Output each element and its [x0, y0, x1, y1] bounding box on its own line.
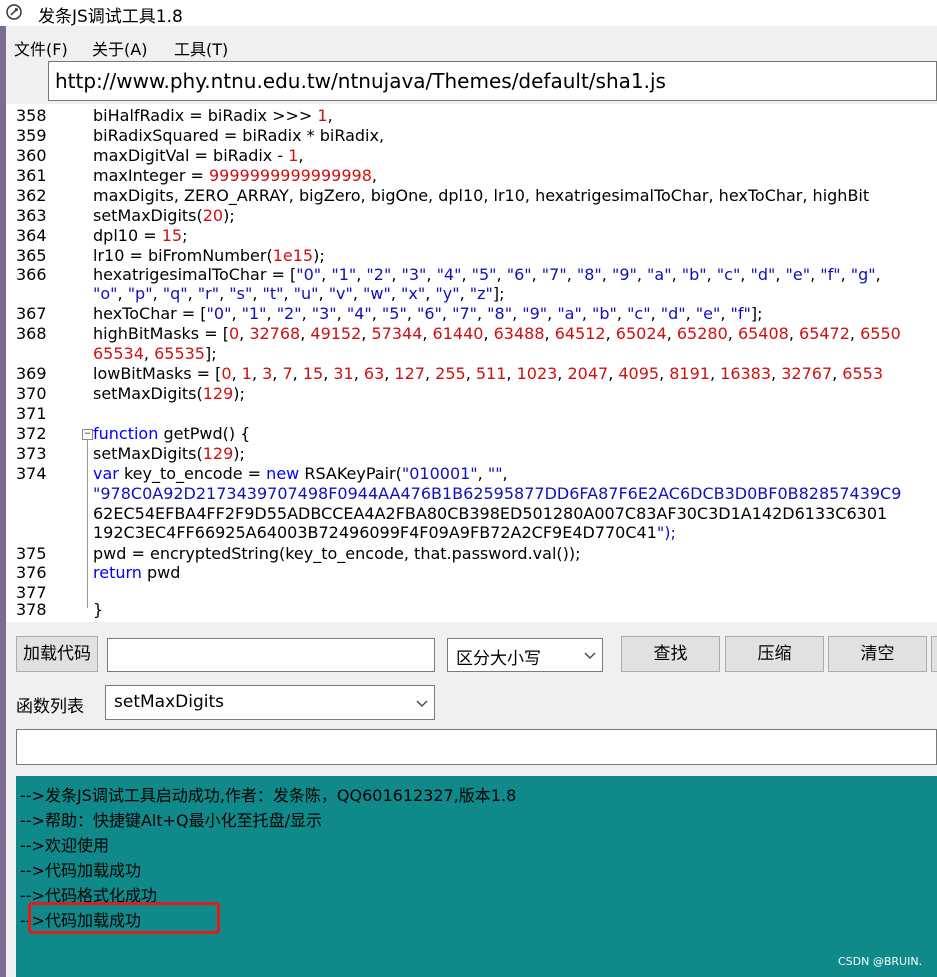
code-line: 370 setMaxDigits(129); — [6, 384, 937, 404]
code-text: "978C0A92D2173439707498F0944AA476B1B6259… — [93, 484, 902, 503]
code-text: lowBitMasks = [0, 1, 3, 7, 15, 31, 63, 1… — [93, 364, 884, 383]
line-number: 362 — [16, 186, 47, 205]
code-text: hexatrigesimalToChar = ["0", "1", "2", "… — [93, 265, 881, 284]
code-text: "o", "p", "q", "r", "s", "t", "u", "v", … — [93, 284, 505, 303]
menu-tools[interactable]: 工具(T) — [174, 36, 228, 60]
highlight-box — [28, 902, 220, 934]
line-number: 373 — [16, 444, 47, 463]
code-text: maxDigits, ZERO_ARRAY, bigZero, bigOne, … — [93, 186, 870, 205]
line-number: 360 — [16, 146, 47, 165]
code-line: 369 lowBitMasks = [0, 1, 3, 7, 15, 31, 63… — [6, 364, 937, 384]
code-line: 363 setMaxDigits(20); — [6, 206, 937, 226]
watermark: CSDN @BRUIN. — [838, 955, 923, 968]
code-editor[interactable]: 358 biHalfRadix = biRadix >>> 1, 359 biRadi… — [6, 104, 937, 622]
line-number: 366 — [16, 265, 47, 284]
line-number: 371 — [16, 404, 47, 423]
line-number: 361 — [16, 166, 47, 185]
code-line: 372 function getPwd() { — [6, 424, 937, 444]
function-select-value: setMaxDigits — [114, 692, 224, 712]
code-line: 359 biRadixSquared = biRadix * biRadix, — [6, 126, 937, 146]
app-icon — [6, 4, 22, 20]
fold-guide-line — [87, 440, 88, 608]
window-title: 发条JS调试工具1.8 — [38, 7, 183, 27]
console-line: -->帮助：快捷键Alt+Q最小化至托盘/显示 — [20, 811, 323, 830]
code-text: highBitMasks = [0, 32768, 49152, 57344, … — [93, 324, 901, 343]
code-text: dpl10 = 15; — [93, 226, 188, 245]
line-number: 375 — [16, 544, 47, 563]
code-line: 375 pwd = encryptedString(key_to_encode, … — [6, 544, 937, 564]
line-number: 376 — [16, 563, 47, 582]
line-number: 367 — [16, 304, 47, 323]
code-line: "978C0A92D2173439707498F0944AA476B1B6259… — [6, 484, 937, 504]
load-code-button[interactable]: 加载代码 — [16, 636, 98, 672]
console-line: -->代码加载成功 — [20, 861, 141, 880]
url-input-value: http://www.phy.ntnu.edu.tw/ntnujava/Them… — [55, 69, 666, 93]
compress-button[interactable]: 压缩 — [725, 636, 824, 672]
line-number: 364 — [16, 226, 47, 245]
code-text: setMaxDigits(129); — [93, 384, 245, 403]
code-line: 65534, 65535]; — [6, 344, 937, 364]
menu-file[interactable]: 文件(F) — [14, 36, 68, 60]
code-text: maxDigitVal = biRadix - 1, — [93, 146, 304, 165]
code-text: hexToChar = ["0", "1", "2", "3", "4", "5… — [93, 304, 763, 323]
code-line: 364 dpl10 = 15; — [6, 226, 937, 246]
line-number: 378 — [16, 600, 47, 619]
code-text: 65534, 65535]; — [93, 344, 217, 363]
code-text: function getPwd() { — [93, 424, 251, 443]
clear-button[interactable]: 清空 — [828, 636, 927, 672]
code-text: biHalfRadix = biRadix >>> 1, — [93, 106, 333, 125]
code-line: 376 return pwd — [6, 563, 937, 583]
line-number: 368 — [16, 324, 47, 343]
chevron-down-icon — [584, 652, 596, 659]
line-number: 358 — [16, 106, 47, 125]
code-text: biRadixSquared = biRadix * biRadix, — [93, 126, 385, 145]
code-text: maxInteger = 9999999999999998, — [93, 166, 377, 185]
code-text: 192C3EC4FF66925A64003B72496099F4F09A9FB7… — [93, 523, 676, 542]
code-line: 358 biHalfRadix = biRadix >>> 1, — [6, 106, 937, 126]
line-number: 363 — [16, 206, 47, 225]
line-number: 359 — [16, 126, 47, 145]
code-line: 367 hexToChar = ["0", "1", "2", "3", "4",… — [6, 304, 937, 324]
line-number: 369 — [16, 364, 47, 383]
code-line: 368 highBitMasks = [0, 32768, 49152, 5734… — [6, 324, 937, 344]
output-console: -->发条JS调试工具启动成功,作者：发条陈，QQ601612327,版本1.8… — [16, 776, 937, 977]
code-text: lr10 = biFromNumber(1e15); — [93, 246, 325, 265]
code-line: 366 hexatrigesimalToChar = ["0", "1", "2"… — [6, 265, 937, 285]
load-code-input[interactable] — [107, 638, 435, 672]
code-line: 373 setMaxDigits(129); — [6, 444, 937, 464]
code-line: 361 maxInteger = 9999999999999998, — [6, 166, 937, 186]
chevron-down-icon — [416, 700, 428, 707]
case-select-value: 区分大小写 — [456, 649, 541, 669]
code-line: 365 lr10 = biFromNumber(1e15); — [6, 246, 937, 266]
code-text: return pwd — [93, 563, 181, 582]
line-number: 374 — [16, 464, 47, 483]
code-line: 374 var key_to_encode = new RSAKeyPair("0… — [6, 464, 937, 484]
code-line: 371 — [6, 404, 937, 424]
code-text: 62EC54EFBA4FF2F9D55ADBCCEA4A2FBA80CB398E… — [93, 504, 888, 523]
case-select[interactable]: 区分大小写 — [447, 638, 603, 672]
console-line: -->发条JS调试工具启动成功,作者：发条陈，QQ601612327,版本1.8 — [20, 786, 517, 805]
code-line: 360 maxDigitVal = biRadix - 1, — [6, 146, 937, 166]
line-number: 372 — [16, 424, 47, 443]
console-line: -->欢迎使用 — [20, 836, 109, 855]
code-text: setMaxDigits(20); — [93, 206, 235, 225]
code-text: pwd = encryptedString(key_to_encode, tha… — [93, 544, 581, 563]
function-list-label: 函数列表 — [16, 697, 84, 717]
code-line: 192C3EC4FF66925A64003B72496099F4F09A9FB7… — [6, 523, 937, 543]
find-button[interactable]: 查找 — [621, 636, 720, 672]
code-line: 378} — [6, 600, 937, 620]
code-text: var key_to_encode = new RSAKeyPair("0100… — [93, 464, 508, 483]
line-number: 365 — [16, 246, 47, 265]
code-line: "o", "p", "q", "r", "s", "t", "u", "v", … — [6, 284, 937, 304]
code-line: 62EC54EFBA4FF2F9D55ADBCCEA4A2FBA80CB398E… — [6, 504, 937, 524]
line-number: 370 — [16, 384, 47, 403]
code-line: 362 maxDigits, ZERO_ARRAY, bigZero, bigOn… — [6, 186, 937, 206]
command-input[interactable] — [16, 729, 937, 765]
code-text: setMaxDigits(129); — [93, 444, 245, 463]
menu-about[interactable]: 关于(A) — [92, 36, 147, 60]
code-text: } — [93, 600, 104, 619]
fold-toggle-icon[interactable]: − — [82, 429, 93, 440]
extra-button-edge[interactable] — [931, 636, 937, 672]
function-select[interactable]: setMaxDigits — [105, 685, 435, 720]
